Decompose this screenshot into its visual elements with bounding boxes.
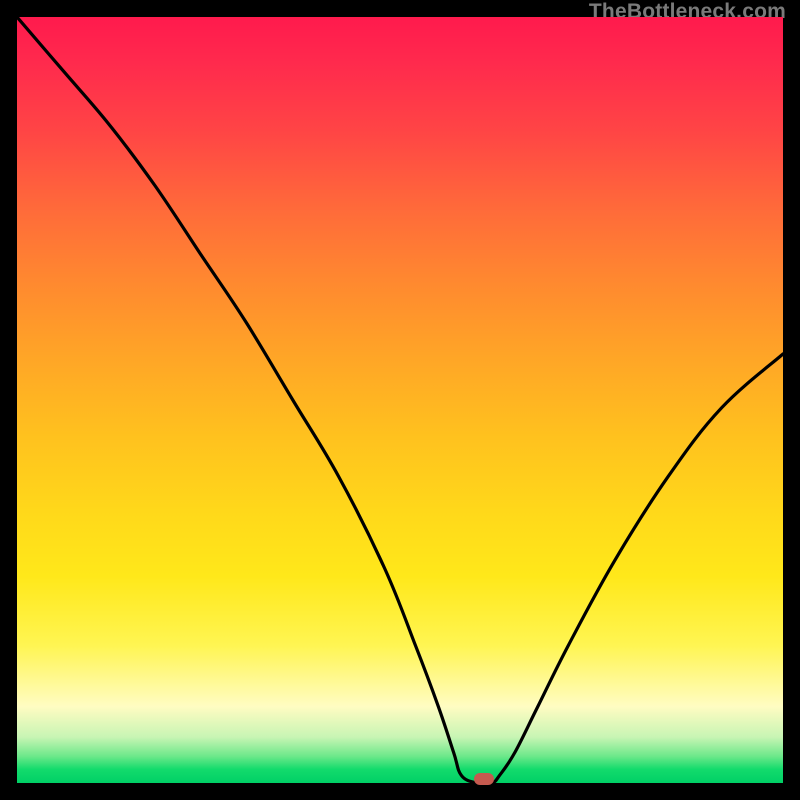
chart-plot-area xyxy=(17,17,783,783)
bottleneck-curve xyxy=(17,17,783,783)
optimal-point-marker xyxy=(474,773,494,785)
